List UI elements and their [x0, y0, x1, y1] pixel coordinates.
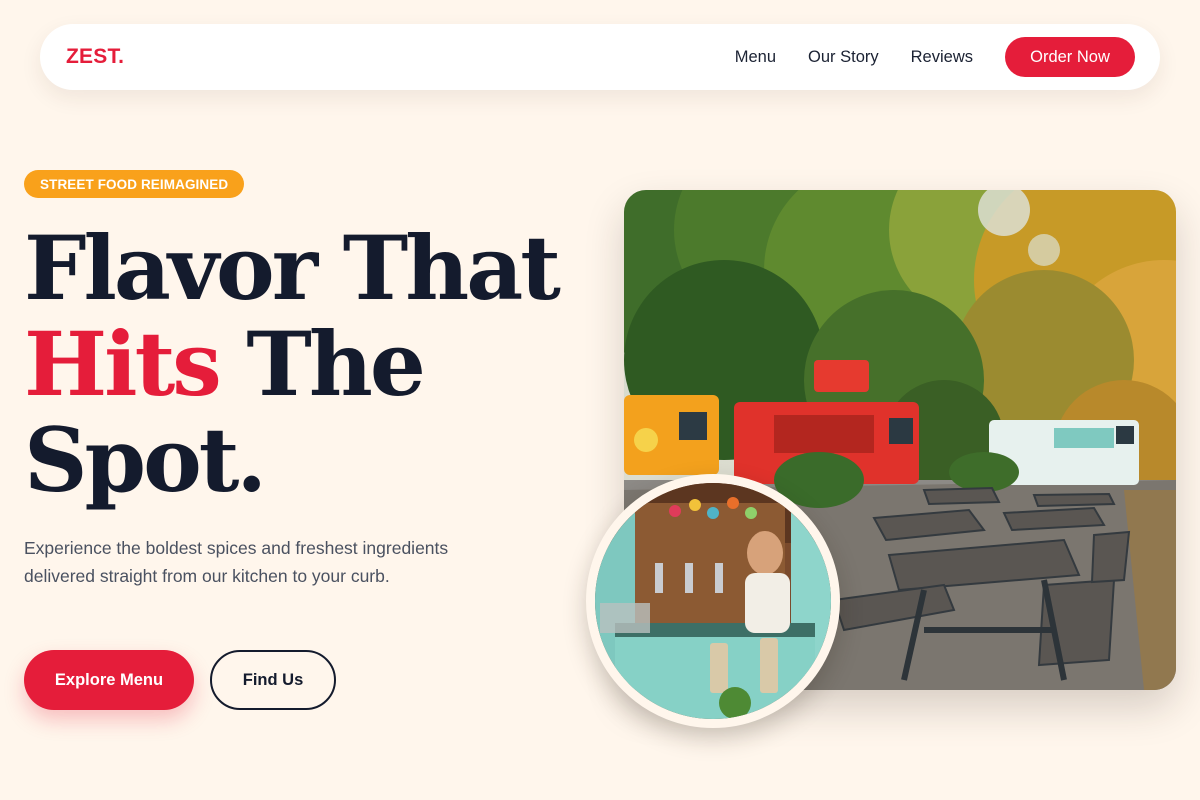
brand-logo[interactable]: ZEST.	[66, 45, 124, 69]
headline-line-2-rest: The	[218, 312, 425, 416]
nav-link-menu[interactable]: Menu	[735, 48, 776, 67]
hero-headline: Flavor That Hits The Spot.	[24, 220, 584, 508]
explore-menu-button[interactable]: Explore Menu	[24, 650, 194, 710]
order-now-button[interactable]: Order Now	[1005, 37, 1135, 77]
headline-line-1: Flavor That	[24, 216, 561, 320]
nav-link-our-story[interactable]: Our Story	[808, 48, 879, 67]
find-us-button[interactable]: Find Us	[210, 650, 336, 710]
hero-description: Experience the boldest spices and freshe…	[24, 538, 449, 586]
food-truck-window-image	[586, 474, 840, 728]
headline-line-3: Spot.	[24, 408, 267, 512]
navbar: ZEST. Menu Our Story Reviews Order Now	[40, 24, 1160, 90]
hero-badge: STREET FOOD REIMAGINED	[24, 170, 245, 198]
nav-links: Menu Our Story Reviews Order Now	[735, 37, 1135, 77]
nav-link-reviews[interactable]: Reviews	[911, 48, 973, 67]
headline-accent-word: Hits	[24, 312, 222, 416]
